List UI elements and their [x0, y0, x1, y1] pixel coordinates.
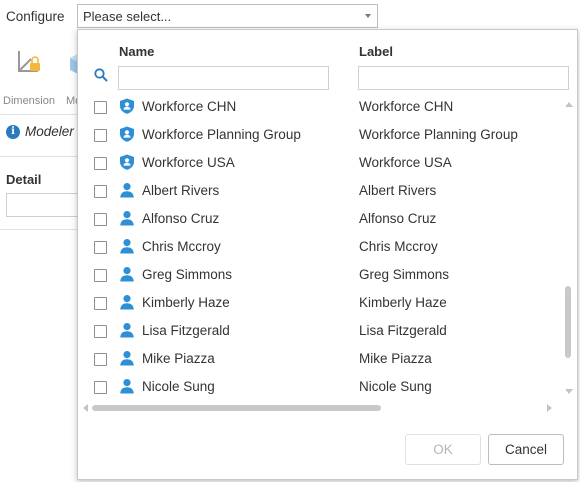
detail-input[interactable] [6, 193, 86, 217]
row-label: Nicole Sung [359, 379, 432, 394]
divider [0, 114, 80, 115]
member-list: Workforce CHN Workforce CHN Workforce Plan… [78, 93, 563, 401]
user-icon [119, 294, 135, 310]
row-checkbox[interactable] [94, 129, 107, 142]
configure-label: Configure [6, 9, 65, 24]
user-icon [119, 266, 135, 282]
row-checkbox[interactable] [94, 101, 107, 114]
row-name: Lisa Fitzgerald [142, 323, 230, 338]
dimension-lock-icon [18, 51, 40, 72]
group-shield-icon [119, 98, 135, 114]
chevron-down-icon [365, 14, 371, 18]
name-filter-input[interactable] [118, 66, 329, 90]
column-header-name: Name [119, 44, 155, 59]
list-item[interactable]: Lisa Fitzgerald Lisa Fitzgerald [78, 317, 563, 345]
list-item[interactable]: Chris Mccroy Chris Mccroy [78, 233, 563, 261]
row-name: Nicole Sung [142, 379, 215, 394]
row-name: Alfonso Cruz [142, 211, 220, 226]
toolbar-item-label: Dimension [3, 95, 55, 107]
list-item[interactable]: Greg Simmons Greg Simmons [78, 261, 563, 289]
row-name: Albert Rivers [142, 183, 220, 198]
vertical-scrollbar[interactable] [562, 100, 574, 396]
group-shield-icon [119, 126, 135, 142]
horizontal-scroll-thumb[interactable] [92, 405, 381, 411]
group-shield-icon [119, 154, 135, 170]
row-label: Chris Mccroy [359, 239, 438, 254]
list-item[interactable]: Workforce CHN Workforce CHN [78, 93, 563, 121]
user-icon [119, 182, 135, 198]
row-label: Workforce CHN [359, 99, 454, 114]
toolbar: Dimension Mo [0, 34, 94, 107]
row-checkbox[interactable] [94, 297, 107, 310]
list-item[interactable]: Nicole Sung Nicole Sung [78, 373, 563, 401]
scroll-right-icon[interactable] [547, 404, 552, 412]
row-label: Albert Rivers [359, 183, 437, 198]
row-name: Mike Piazza [142, 351, 215, 366]
user-icon [119, 238, 135, 254]
horizontal-scrollbar[interactable] [80, 402, 558, 414]
row-checkbox[interactable] [94, 269, 107, 282]
label-filter-input[interactable] [358, 66, 569, 90]
row-label: Mike Piazza [359, 351, 432, 366]
row-checkbox[interactable] [94, 213, 107, 226]
row-checkbox[interactable] [94, 325, 107, 338]
toolbar-item-dimension[interactable]: Dimension [0, 48, 58, 107]
row-label: Workforce Planning Group [359, 127, 518, 142]
row-name: Kimberly Haze [142, 295, 230, 310]
scroll-down-icon[interactable] [565, 389, 573, 394]
divider [0, 229, 80, 230]
row-name: Workforce Planning Group [142, 127, 301, 142]
member-selector-popup: Name Label Workforce CHN Workforce CHN Wor… [77, 29, 578, 480]
configure-select-value: Please select... [83, 9, 172, 24]
search-icon [94, 68, 108, 82]
row-checkbox[interactable] [94, 381, 107, 394]
row-name: Greg Simmons [142, 267, 233, 282]
row-name: Workforce USA [142, 155, 235, 170]
divider [0, 156, 80, 157]
scroll-left-icon[interactable] [83, 404, 88, 412]
modeler-label: Modeler [25, 124, 74, 139]
row-checkbox[interactable] [94, 241, 107, 254]
row-checkbox[interactable] [94, 157, 107, 170]
row-name: Chris Mccroy [142, 239, 221, 254]
row-label: Kimberly Haze [359, 295, 447, 310]
row-label: Alfonso Cruz [359, 211, 437, 226]
column-header-label: Label [359, 44, 393, 59]
row-label: Greg Simmons [359, 267, 450, 282]
list-item[interactable]: Mike Piazza Mike Piazza [78, 345, 563, 373]
cancel-button[interactable]: Cancel [488, 434, 564, 465]
user-icon [119, 378, 135, 394]
info-icon: i [6, 125, 20, 139]
row-name: Workforce CHN [142, 99, 237, 114]
list-item[interactable]: Kimberly Haze Kimberly Haze [78, 289, 563, 317]
scroll-up-icon[interactable] [565, 102, 573, 107]
vertical-scroll-thumb[interactable] [565, 286, 571, 358]
configure-select[interactable]: Please select... [77, 4, 378, 28]
row-checkbox[interactable] [94, 353, 107, 366]
user-icon [119, 350, 135, 366]
user-icon [119, 322, 135, 338]
ok-button[interactable]: OK [405, 434, 481, 465]
user-icon [119, 210, 135, 226]
detail-heading: Detail [6, 172, 42, 187]
row-checkbox[interactable] [94, 185, 107, 198]
row-label: Lisa Fitzgerald [359, 323, 447, 338]
list-item[interactable]: Alfonso Cruz Alfonso Cruz [78, 205, 563, 233]
list-item[interactable]: Workforce USA Workforce USA [78, 149, 563, 177]
list-item[interactable]: Albert Rivers Albert Rivers [78, 177, 563, 205]
row-label: Workforce USA [359, 155, 452, 170]
list-item[interactable]: Workforce Planning Group Workforce Planni… [78, 121, 563, 149]
